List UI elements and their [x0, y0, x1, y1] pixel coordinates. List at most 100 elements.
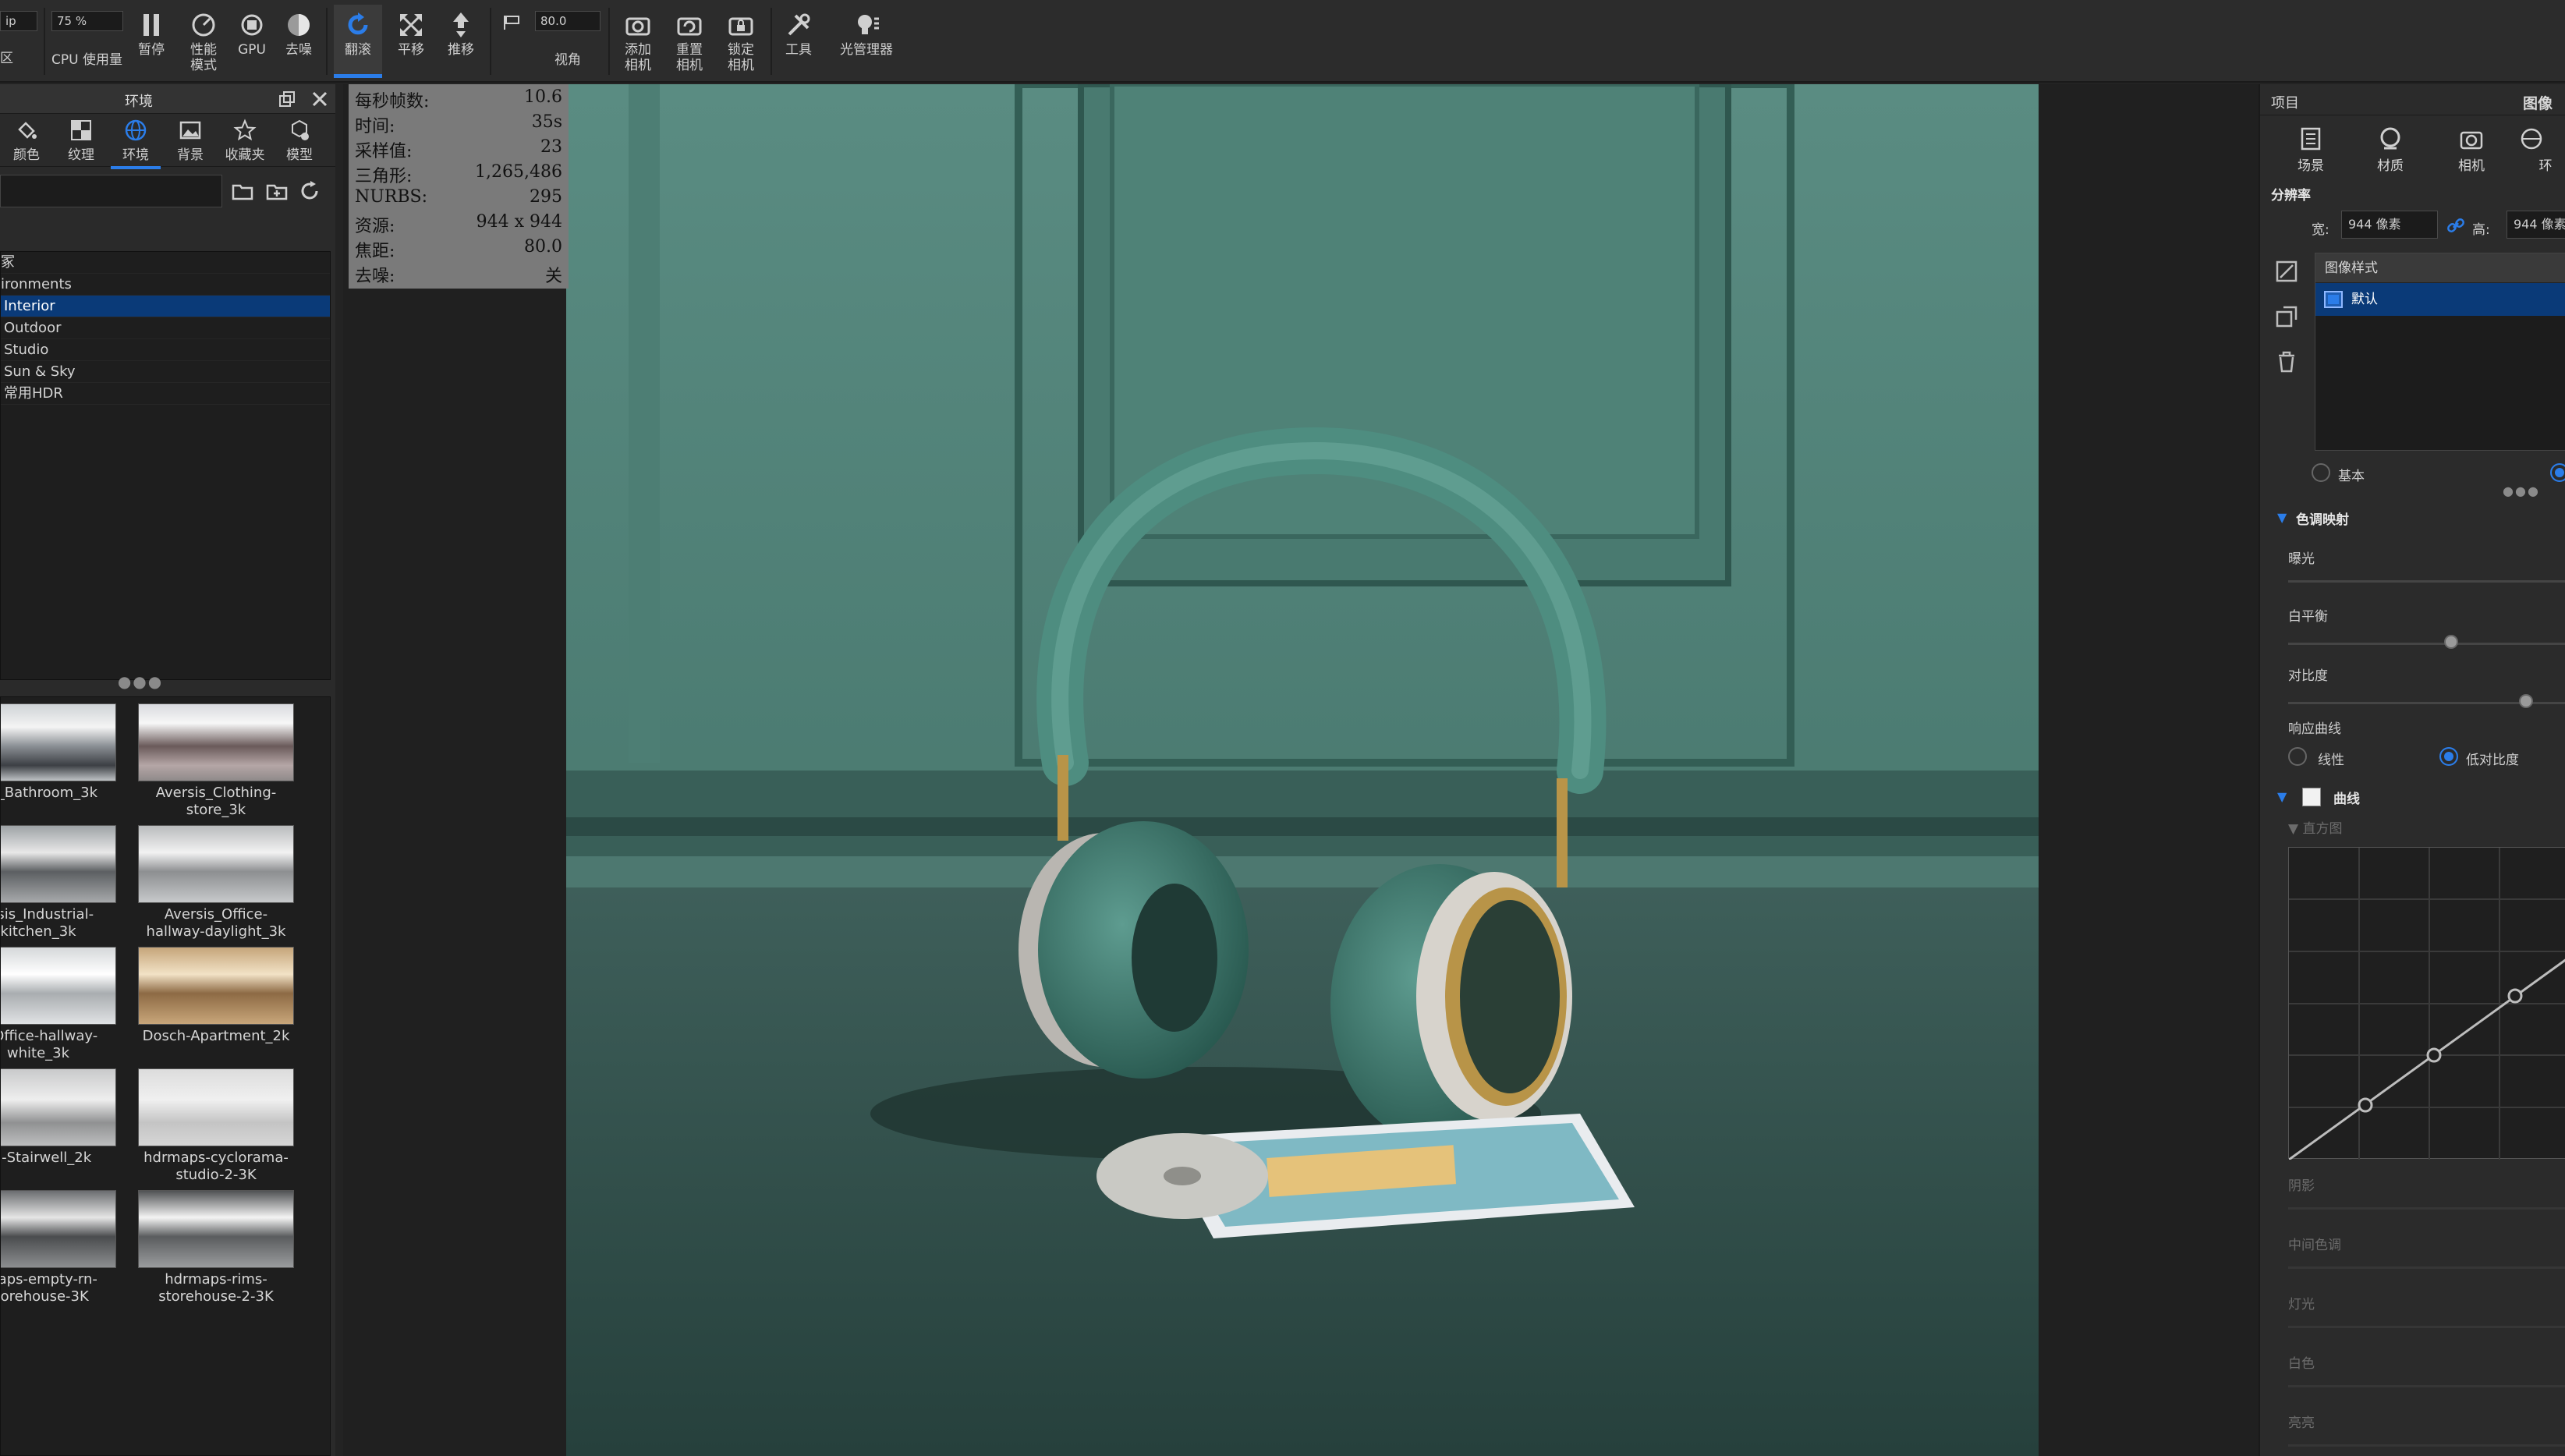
- tab-camera[interactable]: 相机: [2436, 126, 2507, 174]
- render-image[interactable]: [566, 84, 2039, 1456]
- thumbnail-item[interactable]: Aversis_Office-hallway-daylight_3k: [138, 825, 294, 941]
- trash-icon[interactable]: [2274, 349, 2299, 374]
- more-options-handle[interactable]: ●●●: [2494, 484, 2549, 498]
- advanced-mode-radio[interactable]: [2550, 463, 2565, 482]
- thumbnail-item[interactable]: rmaps-empty-rn-storehouse-3K: [1, 1190, 116, 1305]
- toolbar-divider: [608, 8, 610, 75]
- star-icon: [233, 119, 257, 141]
- pan-button[interactable]: 平移: [390, 5, 432, 78]
- highlights-slider[interactable]: [2288, 1326, 2565, 1328]
- field-of-view-input[interactable]: 80.0: [535, 11, 601, 31]
- tumble-button[interactable]: 翻滚: [334, 5, 382, 78]
- tools-icon: [788, 13, 810, 36]
- detach-window-icon[interactable]: [278, 90, 296, 108]
- reset-camera-button[interactable]: 重置 相机: [668, 5, 711, 78]
- stat-denoise: 去噪: 关: [355, 267, 562, 286]
- chevron-down-icon[interactable]: ▼: [2277, 789, 2287, 804]
- add-folder-icon[interactable]: [231, 179, 254, 203]
- library-tabs: 颜色 纹理 环境 背景 收藏夹 模型: [0, 114, 335, 169]
- library-search-row: [0, 167, 335, 212]
- white-balance-slider[interactable]: [2288, 643, 2565, 645]
- thumbnail-item[interactable]: hdrmaps-cyclorama-studio-2-3K: [138, 1068, 294, 1184]
- thumbnail-item[interactable]: s_Office-hallway-white_3k: [1, 947, 116, 1062]
- chevron-down-icon[interactable]: ▼: [2277, 510, 2287, 525]
- pan-arrows-icon: [400, 14, 422, 36]
- stat-samples: 采样值: 23: [355, 137, 562, 161]
- light-manager-button[interactable]: 光管理器: [831, 5, 902, 78]
- thumbnail-item[interactable]: sis_Bathroom_3k: [1, 703, 116, 802]
- denoise-button[interactable]: 去噪: [279, 5, 318, 78]
- brightness-slider[interactable]: [2288, 1444, 2565, 1447]
- basic-mode-radio[interactable]: [2312, 463, 2330, 482]
- tone-mapping-section[interactable]: 色调映射: [2296, 508, 2349, 528]
- tab-favorites[interactable]: 收藏夹: [220, 117, 270, 163]
- midtones-slider[interactable]: [2288, 1266, 2565, 1269]
- basic-mode-label: 基本: [2338, 469, 2365, 484]
- curves-checkbox[interactable]: [2302, 788, 2321, 806]
- image-tab-title[interactable]: 图像: [2523, 92, 2553, 113]
- toolbar-area-label: 区: [0, 51, 13, 66]
- tree-item[interactable]: 冢: [1, 252, 330, 274]
- thumbnail-item[interactable]: ch-Stairwell_2k: [1, 1068, 116, 1167]
- image-style-item-default[interactable]: 默认: [2315, 283, 2565, 316]
- dolly-button[interactable]: 推移: [440, 5, 482, 78]
- refresh-icon[interactable]: [298, 179, 321, 203]
- close-icon[interactable]: [310, 90, 329, 108]
- toolbar-left-field[interactable]: ip: [0, 11, 37, 31]
- low-contrast-radio[interactable]: [2439, 747, 2458, 766]
- environment-tree: 冢 ironments Interior Outdoor Studio Sun …: [0, 251, 331, 680]
- exposure-slider[interactable]: [2288, 580, 2565, 583]
- curves-section[interactable]: 曲线: [2333, 788, 2360, 807]
- tree-item-interior[interactable]: Interior: [1, 296, 330, 317]
- tab-background[interactable]: 背景: [165, 117, 215, 163]
- tab-texture[interactable]: 纹理: [56, 117, 106, 163]
- tab-environment-partial[interactable]: 环: [2507, 126, 2565, 174]
- tab-models[interactable]: 模型: [275, 117, 324, 163]
- height-input[interactable]: 944 像素: [2507, 211, 2565, 239]
- lock-camera-button[interactable]: 锁定 相机: [719, 5, 763, 78]
- tree-item[interactable]: ironments: [1, 274, 330, 296]
- zoom-dropdown[interactable]: 75 %: [51, 11, 123, 31]
- pause-button[interactable]: 暂停: [131, 5, 172, 78]
- tree-item[interactable]: 常用HDR: [1, 383, 330, 405]
- tree-item[interactable]: Sun & Sky: [1, 361, 330, 383]
- image-style-edit-icon[interactable]: [2274, 259, 2299, 284]
- white-balance-knob[interactable]: [2444, 635, 2458, 649]
- library-search-input[interactable]: [0, 175, 222, 207]
- performance-mode-button[interactable]: 性能 模式: [181, 5, 226, 78]
- globe-icon: [125, 119, 147, 141]
- shadows-slider[interactable]: [2288, 1207, 2565, 1210]
- link-chain-icon[interactable]: [2446, 215, 2466, 236]
- import-folder-icon[interactable]: [265, 179, 289, 203]
- cubes-icon: [292, 119, 309, 140]
- tab-materials[interactable]: 材质: [2355, 126, 2425, 174]
- toolbar-divider: [490, 8, 491, 75]
- curve-editor[interactable]: [2288, 847, 2565, 1161]
- splitter-handle[interactable]: ●●●: [109, 672, 172, 691]
- width-input[interactable]: 944 像素: [2341, 211, 2438, 239]
- add-camera-button[interactable]: 添加 相机: [616, 5, 660, 78]
- tree-item[interactable]: Studio: [1, 339, 330, 361]
- tab-environment[interactable]: 环境: [111, 117, 161, 169]
- white-balance-label: 白平衡: [2288, 609, 2328, 625]
- tree-item[interactable]: Outdoor: [1, 317, 330, 339]
- tab-color[interactable]: 颜色: [2, 117, 51, 163]
- thumbnail-item[interactable]: ersis_Industrial-kitchen_3k: [1, 825, 116, 941]
- tab-scene[interactable]: 场景: [2276, 126, 2346, 174]
- thumbnail-item[interactable]: Dosch-Apartment_2k: [138, 947, 294, 1045]
- material-sphere-icon: [2380, 127, 2400, 150]
- reset-camera-icon: [677, 17, 702, 36]
- render-stats-overlay: 每秒帧数: 10.6 时间: 35s 采样值: 23 三角形: 1,265,486 NU…: [349, 84, 569, 289]
- thumbnail-item[interactable]: hdrmaps-rims-storehouse-2-3K: [138, 1190, 294, 1305]
- fov-flag-icon: [504, 16, 519, 30]
- thumbnail-item[interactable]: Aversis_Clothing-store_3k: [138, 703, 294, 819]
- contrast-knob[interactable]: [2519, 694, 2533, 708]
- lock-camera-icon: [728, 17, 753, 36]
- tools-button[interactable]: 工具: [777, 5, 820, 78]
- histogram-toggle[interactable]: ▼ 直方图: [2288, 817, 2342, 837]
- panel-title: 环境: [125, 94, 153, 110]
- duplicate-style-icon[interactable]: [2274, 304, 2299, 329]
- whites-slider[interactable]: [2288, 1385, 2565, 1387]
- gpu-button[interactable]: GPU: [232, 5, 271, 78]
- linear-radio[interactable]: [2288, 747, 2307, 766]
